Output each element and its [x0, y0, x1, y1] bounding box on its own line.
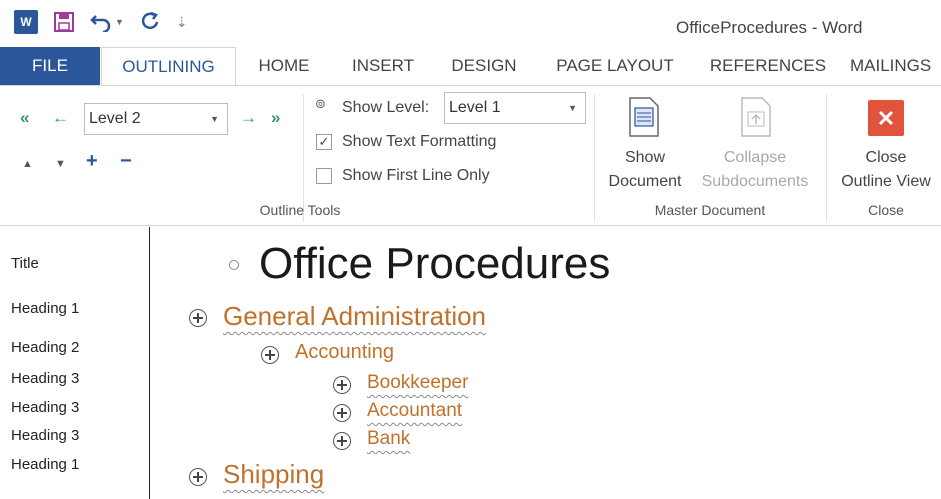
close-line2: Outline View: [841, 173, 931, 190]
show-document-icon[interactable]: [628, 96, 660, 143]
collapse-subdocuments-icon: [740, 96, 772, 143]
undo-dropdown-icon[interactable]: ▼: [115, 17, 124, 27]
master-document-group-label: Master Document: [654, 202, 766, 218]
outline-heading-3[interactable]: Bookkeeper: [367, 372, 468, 394]
heading-text: General Administration: [223, 301, 487, 331]
style-area-pane: Title Heading 1 Heading 2 Heading 3 Head…: [0, 227, 150, 499]
show-document-button[interactable]: Show Document: [601, 146, 689, 194]
outline-heading-1[interactable]: Shipping: [223, 459, 324, 490]
outline-heading-3[interactable]: Accountant: [367, 400, 462, 422]
heading-text: Accountant: [367, 400, 463, 421]
close-line1: Close: [865, 149, 907, 166]
outline-document[interactable]: Office Procedures General Administration…: [151, 227, 941, 499]
collapse-line1: Collapse: [723, 149, 787, 166]
outline-level-value: Level 2: [89, 110, 141, 127]
tab-page-layout[interactable]: PAGE LAYOUT: [550, 47, 680, 85]
style-label: Title: [11, 255, 39, 272]
show-level-select[interactable]: Level 1 ▼: [444, 92, 586, 124]
close-outline-view-icon[interactable]: [868, 100, 904, 136]
style-label: Heading 3: [11, 370, 80, 387]
outline-tools-group-label: Outline Tools: [259, 202, 341, 218]
tab-references[interactable]: REFERENCES: [704, 47, 832, 85]
style-label: Heading 2: [11, 339, 80, 356]
tab-home[interactable]: HOME: [246, 47, 322, 85]
style-label: Heading 3: [11, 427, 80, 444]
tab-outlining[interactable]: OUTLINING: [101, 47, 236, 86]
close-group-label: Close: [868, 202, 904, 218]
save-icon[interactable]: [54, 12, 74, 32]
move-up-icon[interactable]: ▲: [22, 158, 33, 170]
show-document-line2: Document: [608, 173, 682, 190]
style-label: Heading 1: [11, 300, 80, 317]
customize-icon[interactable]: ⇣: [176, 14, 188, 31]
show-first-line-only-label[interactable]: Show First Line Only: [342, 167, 490, 185]
show-document-line1: Show: [624, 149, 666, 166]
tab-insert[interactable]: INSERT: [344, 47, 422, 85]
ribbon: « ← Level 2 ▼ → » ▲ ▼ + − ⊚ Show Level: …: [0, 85, 941, 226]
demote-icon[interactable]: →: [240, 108, 257, 128]
show-text-formatting-label[interactable]: Show Text Formatting: [342, 133, 496, 151]
chevron-down-icon: ▼: [210, 114, 219, 124]
body-bullet-icon[interactable]: [229, 260, 239, 270]
move-down-icon[interactable]: ▼: [55, 158, 66, 170]
collapse-icon[interactable]: −: [120, 150, 132, 173]
close-outline-view-button[interactable]: Close Outline View: [832, 146, 940, 194]
expand-heading-icon[interactable]: [189, 309, 207, 327]
undo-icon[interactable]: ▼: [90, 12, 124, 32]
word-icon[interactable]: W: [14, 10, 38, 34]
chevron-down-icon: ▼: [568, 103, 577, 113]
collapse-line2: Subdocuments: [701, 173, 809, 190]
expand-heading-icon[interactable]: [261, 346, 279, 364]
expand-heading-icon[interactable]: [189, 468, 207, 486]
promote-icon[interactable]: ←: [52, 108, 69, 128]
outline-level-select[interactable]: Level 2 ▼: [84, 103, 228, 135]
tab-mailings[interactable]: MAILINGS: [850, 47, 941, 85]
heading-text: Bank: [367, 428, 411, 449]
repeat-icon[interactable]: [140, 12, 160, 32]
title-bar: W ▼ ⇣ OfficeProcedures - Word: [0, 0, 941, 46]
show-text-formatting-checkbox[interactable]: ✓: [316, 134, 332, 150]
show-level-icon: ⊚: [315, 96, 326, 111]
demote-to-body-text-icon[interactable]: »: [271, 108, 280, 128]
promote-to-heading-1-icon[interactable]: «: [20, 108, 29, 128]
heading-text: Bookkeeper: [367, 372, 469, 393]
tab-design[interactable]: DESIGN: [444, 47, 524, 85]
outline-heading-3[interactable]: Bank: [367, 428, 410, 450]
heading-text: Shipping: [223, 459, 325, 489]
window-title: OfficeProcedures - Word: [676, 18, 863, 37]
collapse-subdocuments-button[interactable]: Collapse Subdocuments: [692, 146, 818, 194]
show-level-label: Show Level:: [342, 99, 430, 116]
ribbon-tabs: FILE OUTLINING HOME INSERT DESIGN PAGE L…: [0, 47, 941, 86]
expand-heading-icon[interactable]: [333, 376, 351, 394]
expand-heading-icon[interactable]: [333, 432, 351, 450]
outline-heading-1[interactable]: General Administration: [223, 301, 486, 332]
outline-title[interactable]: Office Procedures: [259, 239, 610, 289]
show-level-value: Level 1: [449, 99, 501, 116]
quick-access-toolbar: W ▼ ⇣: [14, 10, 188, 34]
show-first-line-only-checkbox[interactable]: [316, 168, 332, 184]
style-label: Heading 3: [11, 399, 80, 416]
expand-heading-icon[interactable]: [333, 404, 351, 422]
tab-file[interactable]: FILE: [0, 47, 100, 85]
separator: [826, 94, 827, 222]
outline-heading-2[interactable]: Accounting: [295, 341, 394, 364]
expand-icon[interactable]: +: [86, 150, 98, 173]
separator: [594, 94, 595, 222]
style-label: Heading 1: [11, 456, 80, 473]
